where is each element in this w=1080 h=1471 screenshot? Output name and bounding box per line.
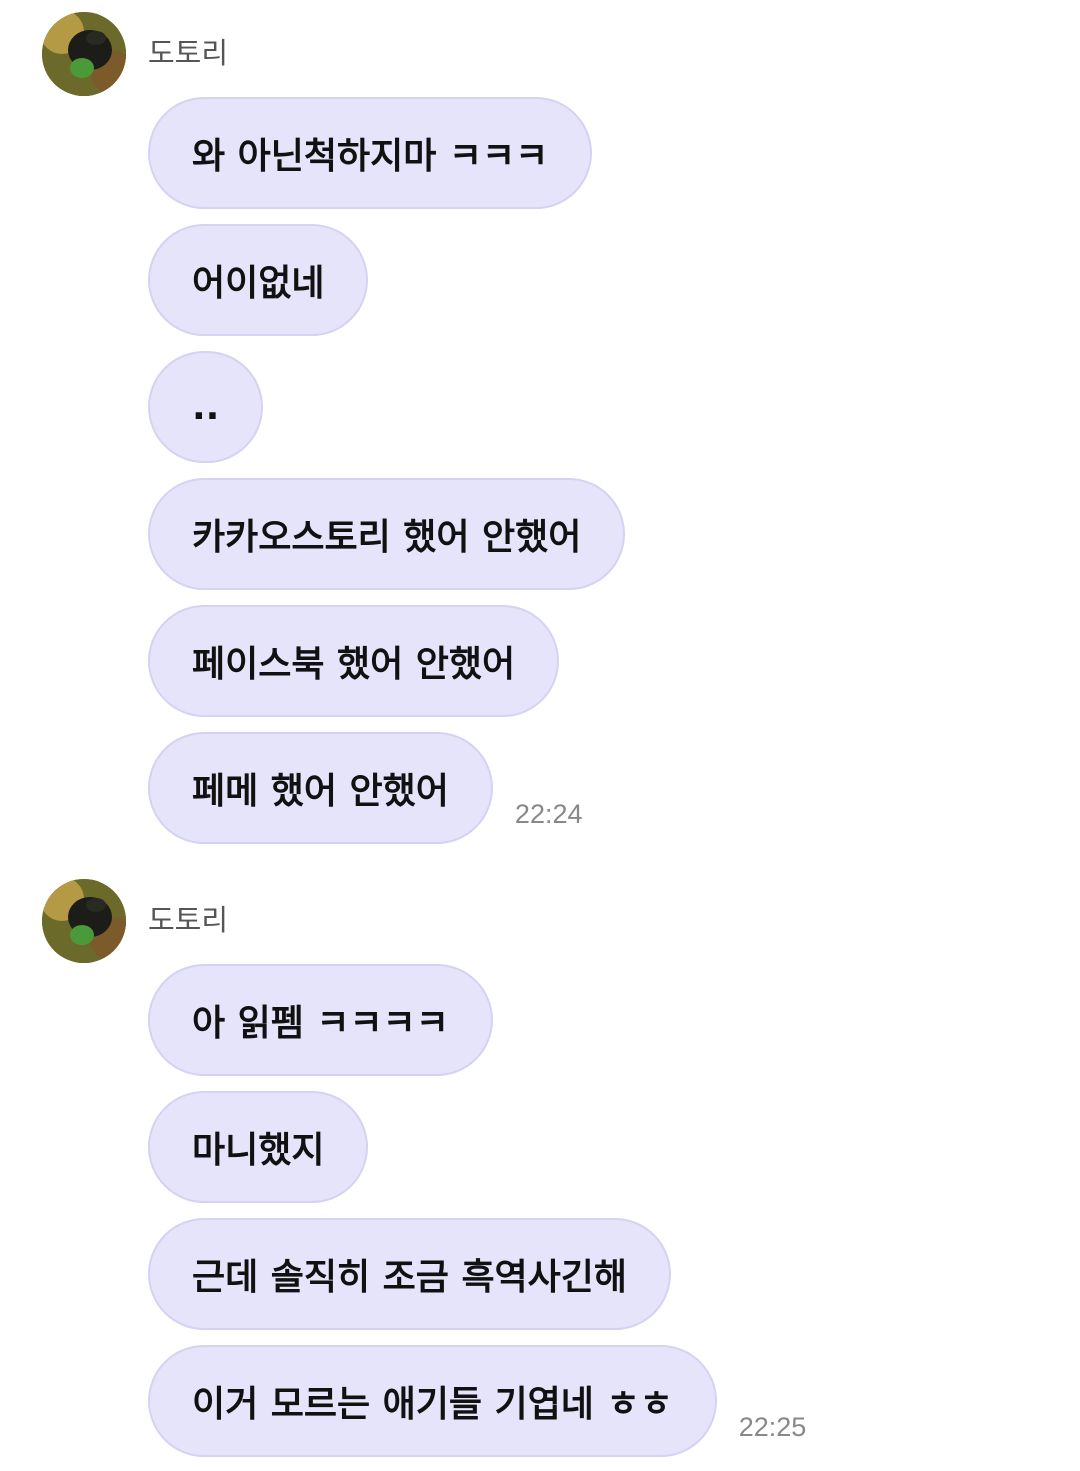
avatar[interactable] [42, 12, 126, 96]
profile-photo-icon [42, 879, 126, 963]
message-row: 와 아닌척하지마 ㅋㅋㅋ [148, 97, 593, 209]
message-bubble[interactable]: 와 아닌척하지마 ㅋㅋㅋ [148, 97, 593, 209]
message-bubble[interactable]: .. [148, 351, 264, 463]
message-bubble[interactable]: 아 읽펨 ㅋㅋㅋㅋ [148, 964, 493, 1076]
message-row: 마니했지 [148, 1091, 369, 1203]
message-bubble[interactable]: 카카오스토리 했어 안했어 [148, 478, 626, 590]
avatar[interactable] [42, 879, 126, 963]
message-bubble[interactable]: 근데 솔직히 조금 흑역사긴해 [148, 1218, 672, 1330]
message-bubble[interactable]: 어이없네 [148, 224, 369, 336]
message-row: 페메 했어 안했어 22:24 [148, 732, 583, 844]
message-row: 이거 모르는 애기들 기엽네 ㅎㅎ 22:25 [148, 1345, 806, 1457]
message-row: 어이없네 [148, 224, 369, 336]
message-bubble[interactable]: 마니했지 [148, 1091, 369, 1203]
message-bubble[interactable]: 페이스북 했어 안했어 [148, 605, 560, 717]
message-timestamp: 22:24 [514, 799, 583, 829]
sender-name: 도토리 [148, 36, 229, 70]
message-row: 근데 솔직히 조금 흑역사긴해 [148, 1218, 672, 1330]
message-bubble[interactable]: 이거 모르는 애기들 기엽네 ㅎㅎ [148, 1345, 717, 1457]
message-row: .. [148, 351, 264, 463]
message-row: 아 읽펨 ㅋㅋㅋㅋ [148, 964, 493, 1076]
message-row: 카카오스토리 했어 안했어 [148, 478, 626, 590]
message-row: 페이스북 했어 안했어 [148, 605, 560, 717]
message-bubble[interactable]: 페메 했어 안했어 [148, 732, 493, 844]
profile-photo-icon [42, 12, 126, 96]
sender-name: 도토리 [148, 903, 229, 937]
message-timestamp: 22:25 [738, 1412, 807, 1442]
